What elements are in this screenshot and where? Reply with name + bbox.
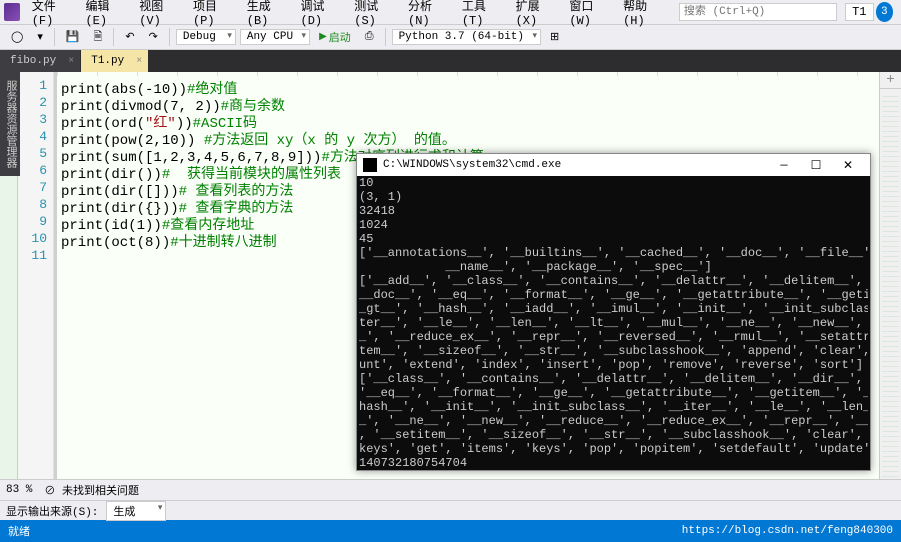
right-strip: + (879, 72, 901, 479)
status-bar: 83 % ⊘ 未找到相关问题 (0, 479, 901, 500)
maximize-icon[interactable]: ☐ (800, 158, 832, 173)
menu-build[interactable]: 生成(B) (241, 0, 293, 30)
menu-analyze[interactable]: 分析(N) (402, 0, 454, 30)
menu-file[interactable]: 文件(F) (26, 0, 78, 30)
menu-window[interactable]: 窗口(W) (563, 0, 615, 30)
config-dropdown[interactable]: Debug (176, 29, 236, 45)
search-input[interactable] (679, 3, 837, 21)
minimize-icon[interactable]: — (768, 158, 800, 173)
vs-logo-icon (4, 3, 20, 21)
user-badge[interactable]: 3 (876, 2, 893, 22)
server-explorer-tab[interactable]: 服务器资源管理器 (0, 72, 20, 176)
close-icon[interactable]: ✕ (832, 158, 864, 173)
start-button[interactable]: 启动 (314, 26, 356, 48)
menu-help[interactable]: 帮助(H) (617, 0, 669, 30)
save-all-icon[interactable]: 🗎 (89, 25, 108, 50)
platform-dropdown[interactable]: Any CPU (240, 29, 310, 45)
tab-fibo[interactable]: fibo.py× (0, 50, 80, 72)
ready-status: 就绪 (8, 523, 30, 539)
close-icon[interactable]: × (68, 56, 74, 67)
env-settings-icon[interactable]: ⊞ (545, 27, 564, 47)
cmd-titlebar[interactable]: C:\WINDOWS\system32\cmd.exe — ☐ ✕ (357, 154, 870, 176)
zoom-level[interactable]: 83 % (6, 484, 32, 496)
output-label: 显示输出来源(S): (6, 503, 98, 519)
split-icon[interactable]: + (880, 72, 901, 89)
menu-project[interactable]: 项目(P) (187, 0, 239, 30)
python-env-dropdown[interactable]: Python 3.7 (64-bit) (392, 29, 541, 45)
attach-icon[interactable]: ⎙ (360, 28, 379, 46)
output-bar: 显示输出来源(S): 生成 (0, 500, 901, 520)
cmd-output[interactable]: 10(3, 1)32418102445['__annotations__', '… (357, 176, 870, 470)
redo-icon[interactable]: ↷ (144, 27, 163, 47)
cmd-icon (363, 158, 377, 172)
nav-fwd-icon[interactable]: ▾ (32, 27, 48, 47)
cmd-title-text: C:\WINDOWS\system32\cmd.exe (383, 159, 561, 171)
watermark: https://blog.csdn.net/feng840300 (682, 525, 893, 537)
output-source-dropdown[interactable]: 生成 (106, 501, 166, 521)
menu-tools[interactable]: 工具(T) (456, 0, 508, 30)
close-icon[interactable]: × (136, 56, 142, 67)
line-gutter: 1234567891011 (18, 72, 54, 479)
nav-back-icon[interactable]: ◯ (6, 27, 28, 47)
menu-extensions[interactable]: 扩展(X) (510, 0, 562, 30)
undo-icon[interactable]: ↶ (120, 27, 139, 47)
save-icon[interactable]: 💾 (61, 27, 85, 47)
vs-status-strip: 就绪 https://blog.csdn.net/feng840300 (0, 520, 901, 542)
menu-test[interactable]: 测试(S) (348, 0, 400, 30)
minimap[interactable] (882, 96, 899, 479)
cmd-window[interactable]: C:\WINDOWS\system32\cmd.exe — ☐ ✕ 10(3, … (356, 153, 871, 471)
document-tabstrip: fibo.py× T1.py× (0, 50, 901, 72)
tab-t1[interactable]: T1.py× (81, 50, 148, 72)
issues-status[interactable]: ⊘ 未找到相关问题 (44, 482, 139, 498)
menu-view[interactable]: 视图(V) (133, 0, 185, 30)
menu-bar: 文件(F) 编辑(E) 视图(V) 项目(P) 生成(B) 调试(D) 测试(S… (0, 0, 901, 24)
solution-name: T1 (845, 3, 873, 21)
